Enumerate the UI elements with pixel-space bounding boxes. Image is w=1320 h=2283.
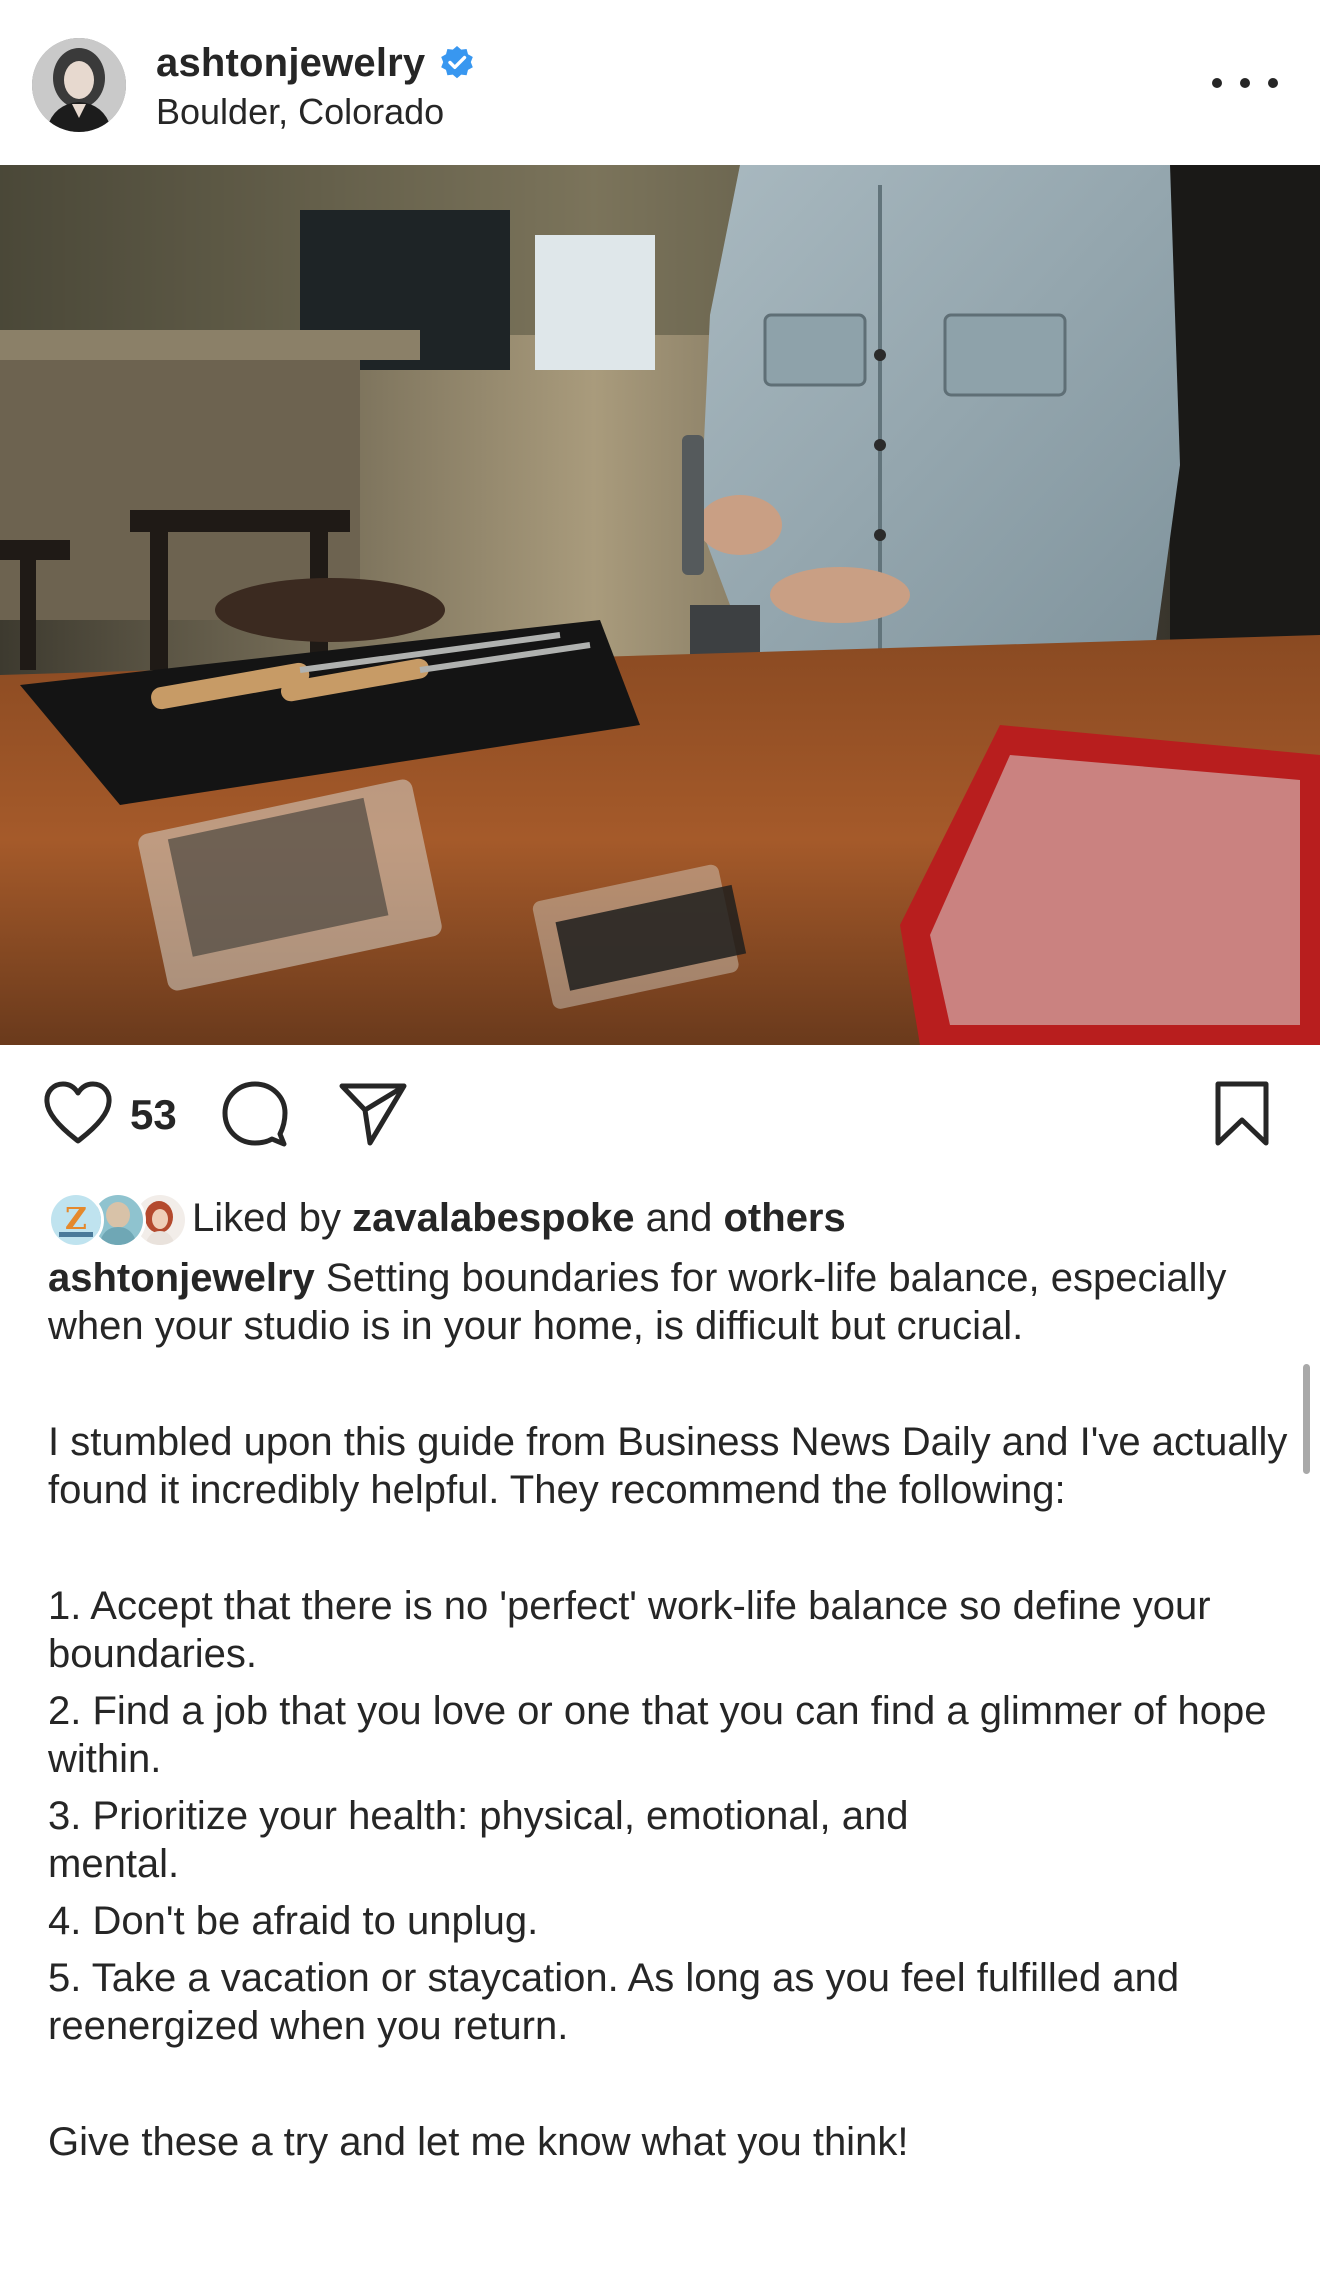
caption-list-item: 2. Find a job that you love or one that … (48, 1689, 1267, 1781)
caption-username[interactable]: ashtonjewelry (48, 1256, 315, 1300)
bookmark-icon[interactable] (1212, 1080, 1272, 1153)
svg-text:Z: Z (65, 1202, 87, 1237)
post-caption: ashtonjewelry Setting boundaries for wor… (48, 1254, 1288, 2166)
heart-icon[interactable] (42, 1080, 114, 1151)
liked-by-conjunction: and (645, 1195, 713, 1240)
caption-list-item: 4. Don't be afraid to unplug. (48, 1899, 539, 1943)
paper-plane-icon[interactable] (337, 1080, 409, 1153)
scrollbar[interactable] (1303, 1364, 1310, 1474)
liked-by-user[interactable]: zavalabespoke (352, 1196, 634, 1240)
liker-avatars: Z (48, 1190, 188, 1248)
dot (1212, 78, 1222, 88)
caption-closing: Give these a try and let me know what yo… (48, 2120, 909, 2164)
dot (1268, 78, 1278, 88)
caption-list-item: mental. (48, 1842, 180, 1886)
liker-avatar: Z (48, 1192, 104, 1248)
liked-by-others[interactable]: others (724, 1196, 846, 1240)
likes-count[interactable]: 53 (130, 1091, 177, 1139)
post-image[interactable] (0, 165, 1320, 1045)
verified-badge-icon (439, 45, 475, 81)
dot (1240, 78, 1250, 88)
username-row: ashtonjewelry (156, 38, 475, 88)
caption-list-item: 5. Take a vacation or staycation. As lon… (48, 1956, 1180, 2048)
profile-avatar[interactable] (32, 38, 126, 132)
post-location[interactable]: Boulder, Colorado (156, 91, 444, 133)
liked-by-prefix: Liked by (192, 1195, 341, 1240)
more-options-icon[interactable] (1212, 60, 1278, 106)
action-bar (0, 1045, 1320, 1190)
post-username[interactable]: ashtonjewelry (156, 41, 425, 86)
post-header: ashtonjewelry Boulder, Colorado (0, 0, 1320, 165)
comment-icon[interactable] (220, 1080, 290, 1153)
caption-intro-paragraph: ashtonjewelry Setting boundaries for wor… (48, 1254, 1288, 1350)
caption-list-item: 1. Accept that there is no 'perfect' wor… (48, 1584, 1211, 1676)
caption-list-item: 3. Prioritize your health: physical, emo… (48, 1794, 909, 1838)
liked-by-text: Liked by zavalabespoke and others (192, 1196, 846, 1241)
liked-by-row[interactable]: Z Liked by zavalabespoke and others (48, 1190, 846, 1248)
caption-paragraph: I stumbled upon this guide from Business… (48, 1420, 1288, 1512)
